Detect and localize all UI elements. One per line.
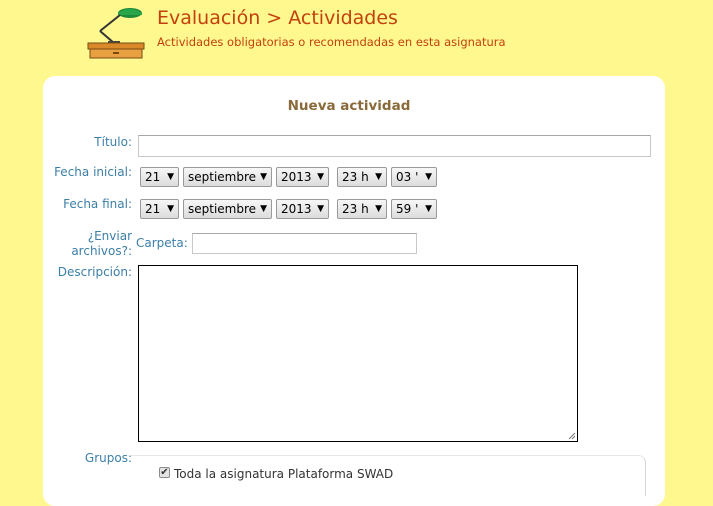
end-minute-select[interactable]: 59 ' ▼ bbox=[391, 199, 437, 219]
dropdown-arrow-icon: ▼ bbox=[425, 204, 432, 214]
end-month-select[interactable]: septiembre ▼ bbox=[183, 199, 272, 219]
start-day-select[interactable]: 21 ▼ bbox=[140, 167, 179, 187]
title-label: Título: bbox=[94, 135, 132, 149]
title-input[interactable] bbox=[138, 135, 651, 157]
resize-grip-icon[interactable] bbox=[568, 432, 576, 440]
dropdown-arrow-icon: ▼ bbox=[167, 172, 174, 182]
end-day-select[interactable]: 21 ▼ bbox=[140, 199, 179, 219]
desk-lamp-icon bbox=[87, 8, 145, 59]
end-date-label: Fecha final: bbox=[63, 197, 132, 211]
start-hour-select[interactable]: 23 h ▼ bbox=[337, 167, 387, 187]
dropdown-arrow-icon: ▼ bbox=[260, 172, 267, 182]
page-title: Evaluación > Actividades bbox=[157, 7, 398, 29]
send-files-label-line1: ¿Enviar bbox=[87, 229, 132, 243]
checkmark-icon: ✔ bbox=[160, 467, 169, 478]
start-minute-select[interactable]: 03 ' ▼ bbox=[391, 167, 437, 187]
page-subtitle: Actividades obligatorias o recomendadas … bbox=[157, 35, 506, 49]
dropdown-arrow-icon: ▼ bbox=[425, 172, 432, 182]
end-hour-select[interactable]: 23 h ▼ bbox=[337, 199, 387, 219]
page-header: Evaluación > Actividades Actividades obl… bbox=[0, 0, 713, 76]
whole-course-label: Toda la asignatura Plataforma SWAD bbox=[174, 467, 394, 481]
start-year-select[interactable]: 2013 ▼ bbox=[276, 167, 329, 187]
dropdown-arrow-icon: ▼ bbox=[260, 204, 267, 214]
dropdown-arrow-icon: ▼ bbox=[375, 172, 382, 182]
dropdown-arrow-icon: ▼ bbox=[317, 204, 324, 214]
dropdown-arrow-icon: ▼ bbox=[167, 204, 174, 214]
start-date-label: Fecha inicial: bbox=[54, 165, 132, 179]
description-label: Descripción: bbox=[57, 265, 132, 279]
send-files-label: ¿Enviar archivos?: bbox=[60, 229, 132, 259]
form-heading: Nueva actividad bbox=[287, 98, 411, 114]
folder-input[interactable] bbox=[192, 233, 417, 254]
dropdown-arrow-icon: ▼ bbox=[317, 172, 324, 182]
whole-course-checkbox[interactable]: ✔ bbox=[159, 467, 170, 478]
folder-label: Carpeta: bbox=[136, 236, 188, 250]
dropdown-arrow-icon: ▼ bbox=[375, 204, 382, 214]
end-year-select[interactable]: 2013 ▼ bbox=[276, 199, 329, 219]
start-month-select[interactable]: septiembre ▼ bbox=[183, 167, 272, 187]
description-textarea[interactable] bbox=[138, 265, 578, 442]
groups-label: Grupos: bbox=[84, 451, 132, 465]
send-files-label-line2: archivos?: bbox=[71, 244, 132, 258]
